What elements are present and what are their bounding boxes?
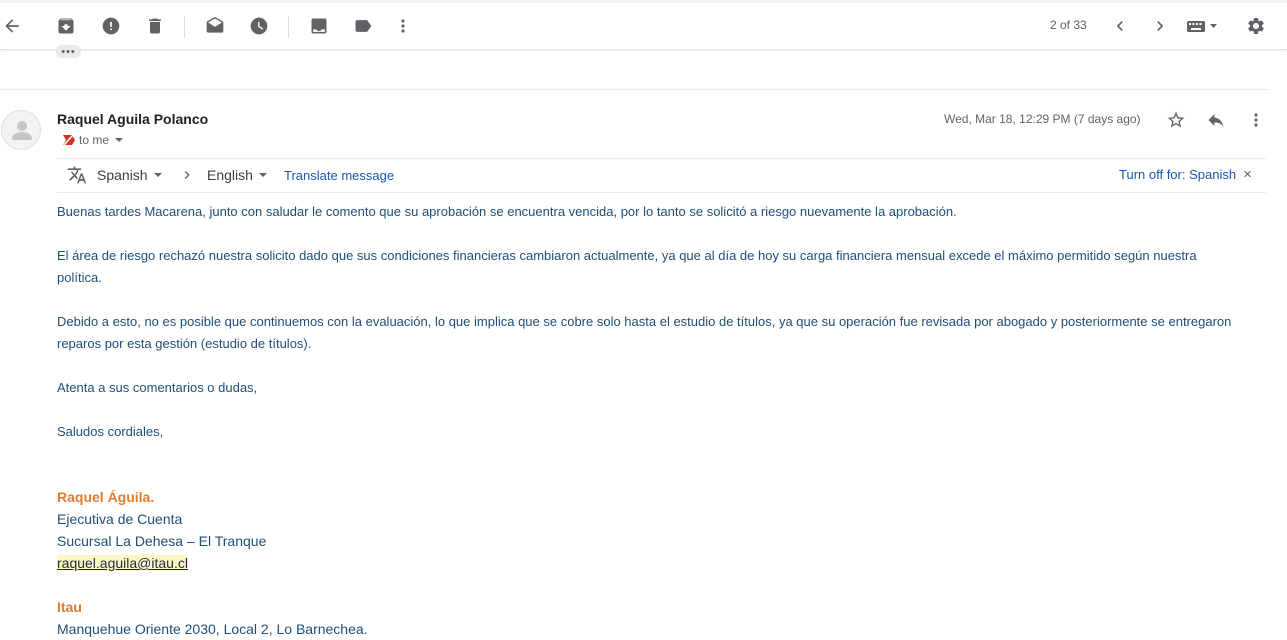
signature-name: Raquel Águila.	[57, 489, 155, 505]
turn-off-translation-link[interactable]: Turn off for: Spanish	[1119, 167, 1236, 182]
older-chevron-right-icon[interactable]	[1149, 15, 1171, 37]
chevron-right-icon	[179, 167, 195, 183]
toolbar-separator	[288, 16, 289, 38]
reply-icon[interactable]	[1206, 110, 1226, 130]
signature-company: Itau	[57, 599, 82, 615]
archive-icon[interactable]	[55, 15, 77, 37]
turn-off-translation: Turn off for: Spanish ×	[1119, 167, 1252, 183]
mark-unread-icon[interactable]	[204, 15, 226, 37]
message-date: Wed, Mar 18, 12:29 PM (7 days ago)	[944, 112, 1141, 126]
delete-icon[interactable]	[144, 15, 166, 37]
star-icon[interactable]	[1166, 110, 1186, 130]
email-signature: Raquel Águila. Ejecutiva de Cuenta Sucur…	[57, 486, 368, 640]
translate-bar: Spanish English Translate message Turn o…	[57, 158, 1266, 193]
translate-icon	[67, 165, 87, 185]
close-icon[interactable]: ×	[1243, 167, 1252, 182]
source-language-label: Spanish	[97, 167, 148, 183]
source-language-select[interactable]: Spanish	[97, 167, 162, 183]
signature-branch: Sucursal La Dehesa – El Tranque	[57, 533, 267, 549]
message-more-vert-icon[interactable]	[1246, 110, 1266, 130]
report-spam-icon[interactable]	[100, 15, 122, 37]
message-body: Buenas tardes Macarena, junto con saluda…	[57, 201, 1272, 465]
snooze-icon[interactable]	[248, 15, 270, 37]
show-trimmed-content-button[interactable]: •••	[56, 45, 81, 58]
sender-name[interactable]: Raquel Aguila Polanco	[57, 111, 208, 127]
target-language-dropdown-icon	[258, 173, 267, 177]
important-marker-icon[interactable]	[62, 134, 76, 146]
target-language-label: English	[207, 167, 253, 183]
move-to-icon[interactable]	[308, 15, 330, 37]
body-paragraph: Saludos cordiales,	[57, 424, 164, 439]
settings-gear-icon[interactable]	[1245, 15, 1267, 37]
newer-chevron-left-icon[interactable]	[1109, 15, 1131, 37]
recipient-label: to me	[79, 133, 110, 147]
sender-avatar[interactable]	[1, 110, 41, 150]
label-icon[interactable]	[352, 15, 374, 37]
body-paragraph: Debido a esto, no es posible que continu…	[57, 314, 1232, 351]
target-language-select[interactable]: English	[207, 167, 267, 183]
recipient-line: to me	[62, 133, 124, 147]
pager-count: 2 of 33	[1050, 18, 1087, 32]
toolbar-separator	[184, 16, 185, 38]
signature-spacer	[57, 574, 368, 596]
recipient-details-dropdown-icon[interactable]	[115, 138, 124, 142]
source-language-dropdown-icon	[153, 173, 162, 177]
signature-title: Ejecutiva de Cuenta	[57, 511, 183, 527]
body-paragraph: El área de riesgo rechazó nuestra solici…	[57, 248, 1197, 285]
message-divider	[0, 89, 1268, 90]
message-toolbar: 2 of 33	[0, 3, 1287, 50]
input-tools-keyboard-icon[interactable]	[1186, 15, 1222, 37]
signature-address: Manquehue Oriente 2030, Local 2, Lo Barn…	[57, 621, 368, 637]
signature-email-link[interactable]: raquel.aguila@itau.cl	[57, 555, 188, 571]
default-person-icon	[12, 121, 32, 140]
body-paragraph: Atenta a sus comentarios o dudas,	[57, 380, 258, 395]
body-paragraph: Buenas tardes Macarena, junto con saluda…	[57, 204, 957, 219]
back-arrow-icon[interactable]	[1, 15, 23, 37]
more-vert-icon[interactable]	[392, 15, 414, 37]
translate-message-link[interactable]: Translate message	[284, 168, 394, 183]
